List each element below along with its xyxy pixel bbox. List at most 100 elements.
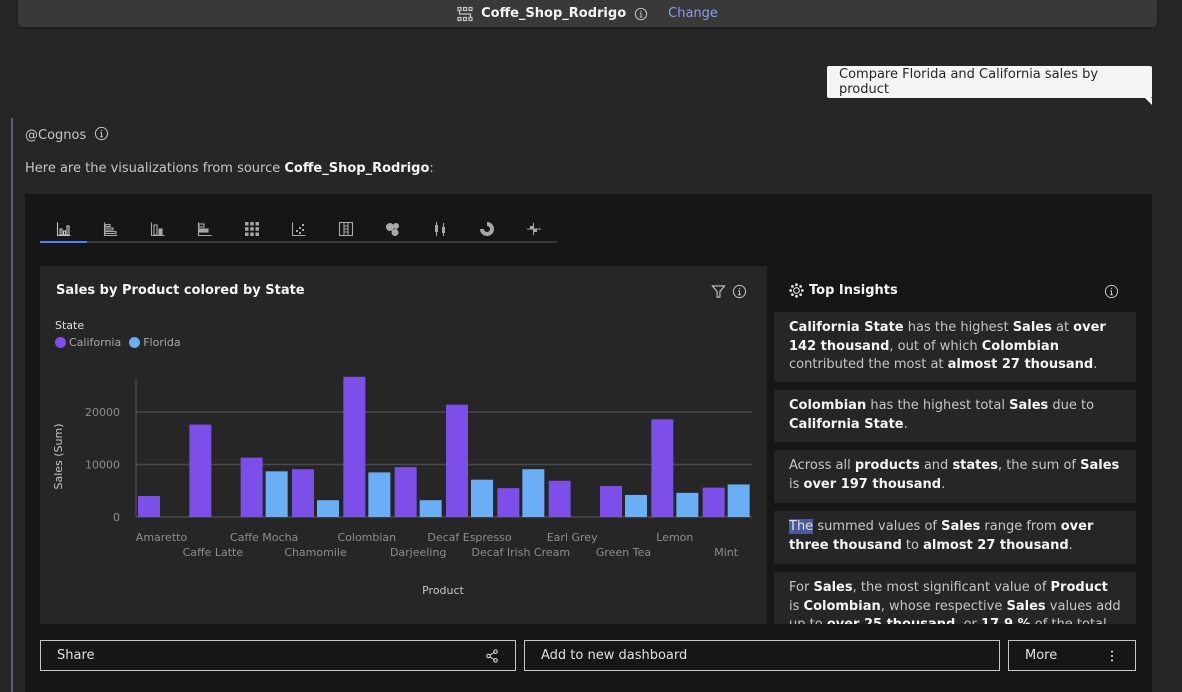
y-tick-label: 10000 [85,459,120,472]
filter-icon[interactable] [711,284,726,299]
insight-text: , whose respective [880,598,1007,614]
insight-text: . [903,416,908,432]
data-source-icon [457,6,473,22]
insight-card[interactable]: California State has the highest Sales a… [774,312,1136,382]
bar-florida [522,469,545,517]
bar-california [600,486,622,517]
insight-text: contributed the most at [789,357,948,372]
visualization-card: 0 10000 20000 Amaretto Caffe Latte Caffe Moch… [25,194,1152,692]
share-label: Share [57,648,95,663]
user-message-text: Compare Florida and California sales by … [839,67,1099,97]
tab-waterfall[interactable] [510,216,557,243]
insight-emphasis: Sales [1012,320,1052,335]
insight-text: The [789,519,814,534]
insight-emphasis: Sales [813,580,853,595]
tab-heatmap[interactable] [228,216,275,243]
insight-emphasis: Sales [1080,458,1120,473]
tab-bar-chart[interactable] [87,216,134,243]
bar-california [138,496,160,517]
tab-stacked-column[interactable] [134,216,181,243]
stacked-column-icon [150,222,164,236]
bar-california [651,419,674,517]
bar-florida [625,494,647,517]
heatmap-icon [244,221,259,236]
bar-chart-icon [103,222,117,236]
insight-card[interactable]: Colombian has the highest total Sales du… [774,390,1136,442]
y-tick-label: 20000 [85,406,120,419]
insight-text: of the total. [1031,617,1111,624]
x-axis-title: Product [422,584,464,597]
change-source-link[interactable]: Change [668,6,718,21]
chart-actions [711,284,747,299]
insight-text: to [901,537,924,553]
tab-boxplot[interactable] [416,216,463,243]
insight-emphasis: products [854,458,920,473]
y-axis-title: Sales (Sum) [52,423,65,489]
info-icon[interactable] [94,126,109,145]
share-button[interactable]: Share [40,640,516,671]
insight-card[interactable]: For Sales, the most significant value of… [774,572,1136,624]
insight-card[interactable]: The summed values of Sales range from ov… [774,511,1136,564]
y-tick-label: 0 [113,511,120,524]
tab-column-chart[interactable] [40,216,87,243]
more-label: More [1025,648,1058,663]
more-button[interactable]: More [1008,640,1136,671]
insight-text: . [1093,357,1098,372]
insight-text: has the highest [903,320,1013,335]
add-to-dashboard-button[interactable]: Add to new dashboard [524,640,1000,671]
chart-legend: California Florida [55,336,181,349]
tab-table[interactable] [322,216,369,243]
top-insights-panel: Top Insights California State has the hi… [774,266,1152,624]
x-tick-label: Decaf Espresso [427,531,512,544]
chart-panel: 0 10000 20000 Amaretto Caffe Latte Caffe Moch… [40,266,767,624]
insight-emphasis: Sales [941,519,981,534]
insights-title: Top Insights [809,283,898,298]
waterfall-icon [526,222,541,235]
bar-florida [265,471,288,517]
info-icon[interactable] [732,284,747,299]
insight-text: due to [1048,398,1095,413]
insight-emphasis: almost 27 thousand [947,357,1094,372]
tab-stacked-bar[interactable] [181,216,228,243]
bar-california [702,487,725,517]
bar-florida [471,479,493,517]
legend-title: State [55,319,85,332]
radial-icon [479,221,494,236]
info-icon[interactable] [634,7,648,21]
insight-text: . [941,476,946,492]
insight-emphasis: over 25 thousand [827,617,956,624]
tab-radial[interactable] [463,216,510,243]
chart-title: Sales by Product colored by State [56,283,305,298]
insight-text: summed values of [813,519,942,534]
tab-scatter[interactable] [275,216,322,243]
info-icon[interactable] [1104,284,1119,299]
bar-california [292,469,314,517]
legend-swatch-florida [129,337,141,348]
thread-line [11,118,13,692]
insight-text: Across all [789,458,855,473]
insight-text: , or [955,617,981,624]
insight-emphasis: California State [789,320,904,335]
insights-header: Top Insights [789,283,898,298]
bar-florida [368,472,391,517]
insight-emphasis: Colombian [981,338,1059,354]
bar-california [240,457,263,517]
insight-emphasis: 17.9 % [981,617,1031,624]
user-message-bubble: Compare Florida and California sales by … [827,66,1152,105]
source-name: Coffe_Shop_Rodrigo [481,6,627,21]
bar-florida [419,500,442,517]
x-tick-label: Lemon [656,531,693,544]
legend-item-california[interactable]: California [55,336,121,349]
legend-item-florida[interactable]: Florida [129,336,181,349]
bar-florida [676,492,699,517]
insight-card[interactable]: Across all products and states, the sum … [774,450,1136,503]
chart-type-tabs [40,216,557,243]
insight-text: range from [980,519,1061,534]
tab-packed-bubble[interactable] [369,216,416,243]
bubble-icon [385,222,399,236]
x-tick-label: Colombian [337,531,396,544]
insight-emphasis: Sales [1009,398,1049,413]
insight-text: is [789,598,804,614]
bar-california [548,480,571,517]
x-tick-label: Earl Grey [547,531,598,544]
